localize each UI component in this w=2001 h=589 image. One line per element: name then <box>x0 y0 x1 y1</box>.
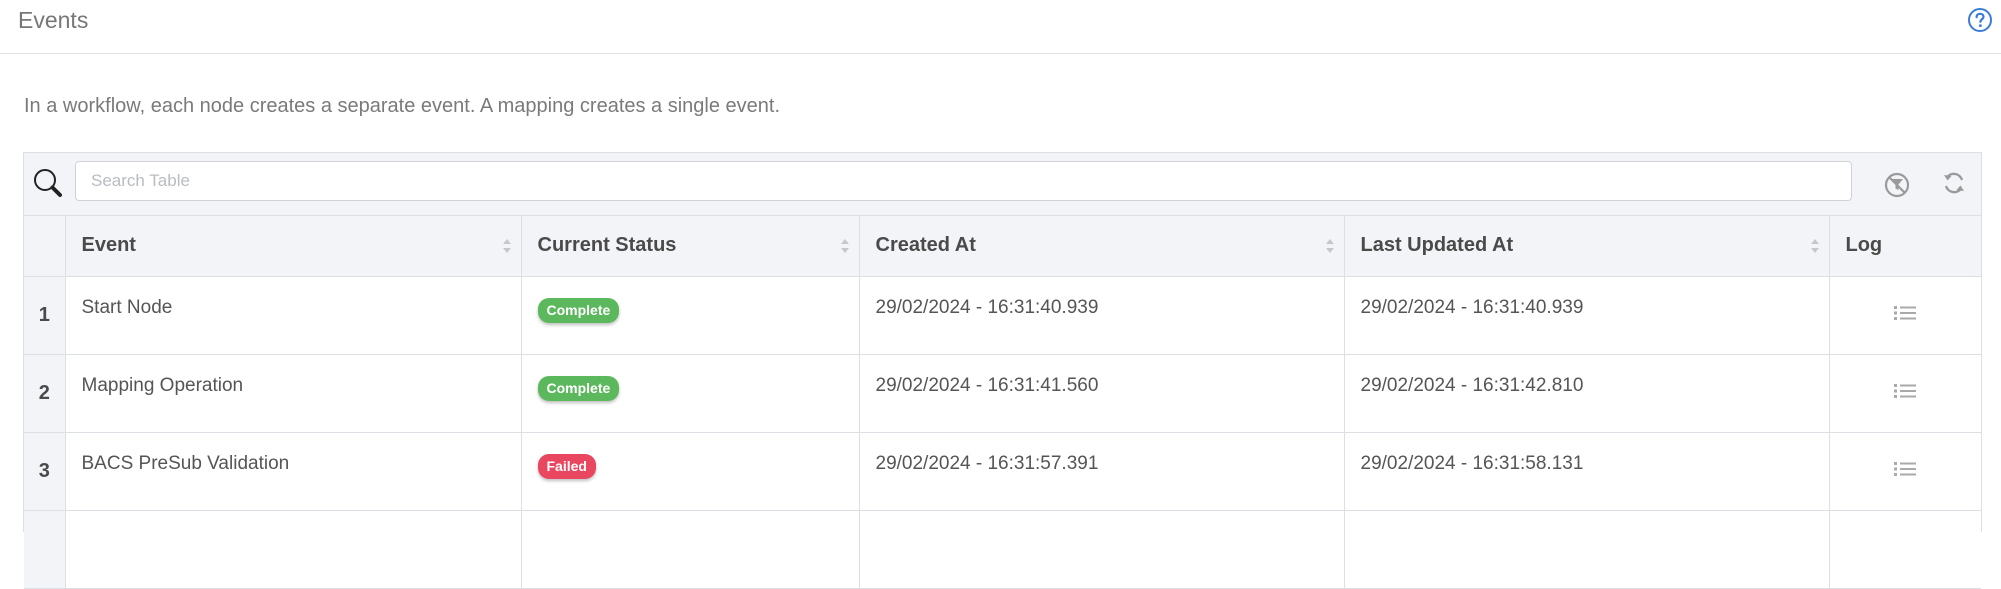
event-name: Mapping Operation <box>81 374 244 396</box>
column-header-label: Created At <box>875 234 976 257</box>
column-header-created-at[interactable]: Created At <box>859 216 1345 277</box>
created-at-cell: 29/02/2024 - 16:31:40.939 <box>859 276 1345 355</box>
list-icon[interactable] <box>1893 461 1917 477</box>
column-header-current-status[interactable]: Current Status <box>521 216 860 277</box>
event-cell: Mapping Operation <box>65 354 522 433</box>
column-header-label: Current Status <box>537 234 677 257</box>
row-number: 1 <box>24 276 66 355</box>
search-icon <box>34 169 62 197</box>
column-header-rownum <box>24 216 66 277</box>
created-at-value: 29/02/2024 - 16:31:57.391 <box>875 452 1099 474</box>
status-badge: Complete <box>537 297 620 323</box>
updated-at-value: 29/02/2024 - 16:31:40.939 <box>1360 296 1584 318</box>
created-at-cell: 29/02/2024 - 16:31:41.560 <box>859 354 1345 433</box>
column-header-log: Log <box>1829 216 1981 277</box>
created-at-value: 29/02/2024 - 16:31:41.560 <box>875 374 1099 396</box>
log-cell <box>1829 354 1981 433</box>
clear-filter-icon[interactable] <box>1883 171 1911 199</box>
status-cell: Failed <box>521 432 860 511</box>
event-name: BACS PreSub Validation <box>81 452 290 474</box>
list-icon[interactable] <box>1893 305 1917 321</box>
log-cell <box>1829 276 1981 355</box>
status-cell: Complete <box>521 354 860 433</box>
column-header-label: Last Updated At <box>1360 234 1514 257</box>
status-badge: Failed <box>537 453 596 479</box>
sort-icon[interactable] <box>1324 236 1336 256</box>
sort-icon[interactable] <box>1809 236 1821 256</box>
created-at-cell: 29/02/2024 - 16:31:57.391 <box>859 432 1345 511</box>
events-table-panel: Event Current Status Created At Last Upd… <box>23 152 1982 589</box>
page-title: Events <box>18 7 89 33</box>
log-cell <box>1829 432 1981 511</box>
updated-at-cell: 29/02/2024 - 16:31:58.131 <box>1344 432 1830 511</box>
table-row[interactable]: 3 BACS PreSub Validation Failed 29/02/20… <box>24 432 1981 511</box>
created-at-value: 29/02/2024 - 16:31:40.939 <box>875 296 1099 318</box>
sort-icon[interactable] <box>839 236 851 256</box>
event-name: Start Node <box>81 296 173 318</box>
page-header: Events <box>0 0 2001 54</box>
column-header-event[interactable]: Event <box>65 216 522 277</box>
event-cell: Start Node <box>65 276 522 355</box>
column-header-label: Log <box>1845 234 1883 257</box>
updated-at-value: 29/02/2024 - 16:31:42.810 <box>1360 374 1584 396</box>
sort-icon[interactable] <box>501 236 513 256</box>
events-table: Event Current Status Created At Last Upd… <box>24 216 1981 589</box>
list-icon[interactable] <box>1893 383 1917 399</box>
table-row[interactable]: 1 Start Node Complete 29/02/2024 - 16:31… <box>24 276 1981 355</box>
updated-at-value: 29/02/2024 - 16:31:58.131 <box>1360 452 1584 474</box>
updated-at-cell: 29/02/2024 - 16:31:40.939 <box>1344 276 1830 355</box>
question-circle-icon[interactable] <box>1967 7 1993 33</box>
row-number: 3 <box>24 432 66 511</box>
search-input[interactable] <box>75 161 1852 201</box>
column-header-label: Event <box>81 234 136 257</box>
table-header-row: Event Current Status Created At Last Upd… <box>24 216 1981 277</box>
refresh-icon[interactable] <box>1940 169 1968 197</box>
column-header-last-updated-at[interactable]: Last Updated At <box>1344 216 1830 277</box>
event-cell: BACS PreSub Validation <box>65 432 522 511</box>
table-row[interactable]: 2 Mapping Operation Complete 29/02/2024 … <box>24 354 1981 433</box>
status-badge: Complete <box>537 375 620 401</box>
table-toolbar <box>24 153 1981 216</box>
events-description: In a workflow, each node creates a separ… <box>24 95 781 117</box>
row-number: 2 <box>24 354 66 433</box>
updated-at-cell: 29/02/2024 - 16:31:42.810 <box>1344 354 1830 433</box>
status-cell: Complete <box>521 276 860 355</box>
